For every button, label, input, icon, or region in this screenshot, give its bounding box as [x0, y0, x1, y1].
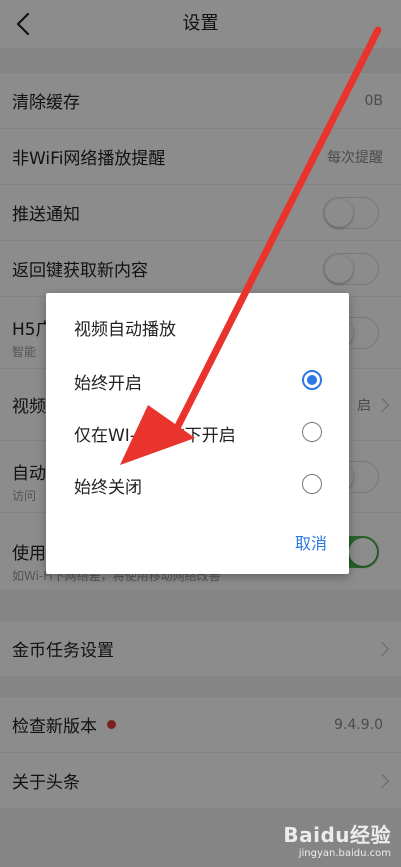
dialog-title: 视频自动播放	[74, 320, 176, 340]
option-label: 仅在WI-FI状态下开启	[74, 425, 236, 446]
watermark-logo: Baidu经验	[283, 823, 391, 847]
watermark-url: jingyan.baidu.com	[298, 848, 391, 859]
radio-checked-icon[interactable]	[302, 370, 322, 390]
option-always-off[interactable]: 始终关闭	[46, 459, 349, 511]
cancel-button[interactable]: 取消	[295, 530, 327, 554]
option-label: 始终开启	[74, 373, 142, 394]
baidu-watermark: Baidu经验 jingyan.baidu.com	[283, 819, 391, 859]
radio-unchecked-icon[interactable]	[302, 474, 322, 494]
radio-unchecked-icon[interactable]	[302, 422, 322, 442]
option-wifi-only[interactable]: 仅在WI-FI状态下开启	[46, 407, 349, 459]
option-label: 始终关闭	[74, 477, 142, 498]
option-always-on[interactable]: 始终开启	[46, 355, 349, 407]
video-autoplay-dialog: 视频自动播放 始终开启 仅在WI-FI状态下开启 始终关闭 取消	[46, 293, 349, 574]
